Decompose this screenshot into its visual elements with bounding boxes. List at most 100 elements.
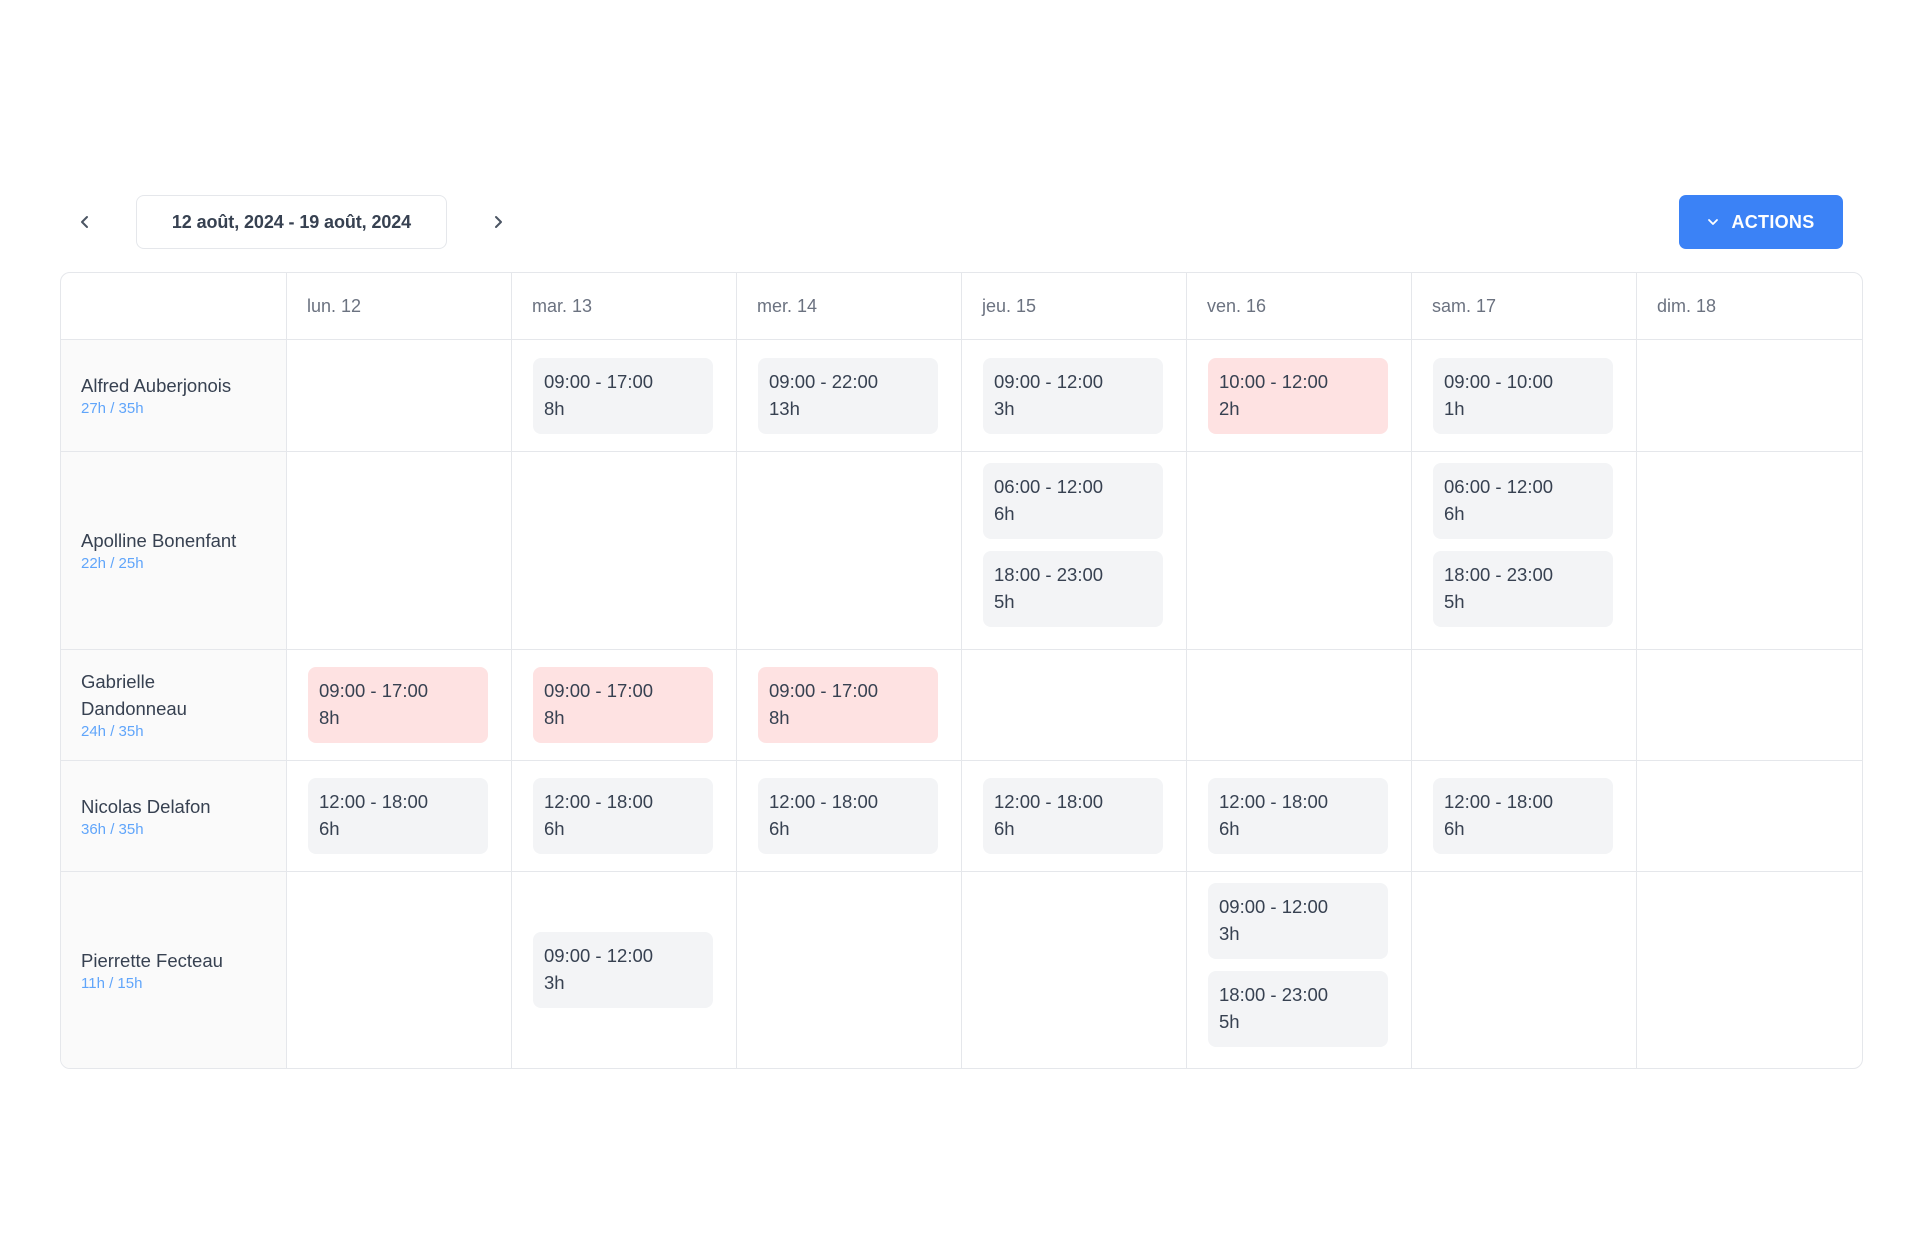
shift-card[interactable]: 18:00 - 23:00 5h — [983, 551, 1163, 627]
day-cell[interactable]: 09:00 - 12:00 3h — [512, 872, 737, 1068]
day-cell[interactable] — [737, 452, 962, 649]
day-cell[interactable] — [512, 452, 737, 649]
shift-card-alert[interactable]: 09:00 - 17:00 8h — [758, 667, 938, 743]
shift-time: 09:00 - 12:00 — [994, 370, 1104, 392]
shift-time: 12:00 - 18:00 — [769, 791, 879, 812]
day-header: mer. 14 — [737, 273, 962, 339]
day-cell[interactable] — [962, 650, 1187, 760]
shift-card[interactable]: 09:00 - 17:00 8h — [533, 357, 713, 434]
day-cell[interactable] — [1637, 340, 1862, 451]
day-header: mar. 13 — [512, 273, 737, 339]
day-cell[interactable] — [287, 340, 512, 451]
day-cell[interactable]: 12:00 - 18:00 6h — [737, 761, 962, 871]
shift-duration: 6h — [1444, 503, 1465, 524]
employee-hours: 27h / 35h — [81, 400, 144, 417]
shift-time: 09:00 - 10:00 — [1444, 370, 1554, 392]
employee-row: Nicolas Delafon 36h / 35h 12:00 - 18:00 6h 1… — [61, 761, 1862, 872]
shift-time: 09:00 - 17:00 — [544, 680, 654, 701]
employee-cell: Nicolas Delafon 36h / 35h — [61, 761, 287, 871]
shift-time: 06:00 - 12:00 — [1444, 476, 1554, 497]
day-cell[interactable] — [1187, 452, 1412, 649]
day-header: jeu. 15 — [962, 273, 1187, 339]
shift-duration: 5h — [1219, 1011, 1240, 1032]
employee-row: Alfred Auberjonois 27h / 35h 09:00 - 17:00… — [61, 340, 1862, 452]
shift-card[interactable]: 09:00 - 12:00 3h — [983, 357, 1163, 434]
schedule-grid: lun. 12 mar. 13 mer. 14 jeu. 15 ven. 16 … — [60, 272, 1863, 1069]
day-cell[interactable] — [737, 872, 962, 1068]
day-cell[interactable] — [1412, 872, 1637, 1068]
shift-card-alert[interactable]: 09:00 - 17:00 8h — [533, 667, 713, 743]
day-cell[interactable] — [1637, 650, 1862, 760]
shift-duration: 3h — [1219, 923, 1240, 944]
shift-duration: 6h — [1219, 818, 1240, 839]
employee-name: Nicolas Delafon — [81, 795, 211, 817]
date-range-picker[interactable]: 12 août, 2024 - 19 août, 2024 — [136, 195, 447, 249]
day-cell[interactable] — [1637, 872, 1862, 1068]
day-cell[interactable]: 06:00 - 12:00 6h 18:00 - 23:00 5h — [1412, 452, 1637, 649]
employee-hours: 22h / 25h — [81, 555, 144, 572]
shift-card[interactable]: 12:00 - 18:00 6h — [983, 778, 1163, 854]
shift-time: 10:00 - 12:00 — [1219, 370, 1329, 392]
employee-hours: 11h / 15h — [81, 974, 143, 992]
shift-card-alert[interactable]: 09:00 - 17:00 8h — [308, 667, 488, 743]
shift-card[interactable]: 12:00 - 18:00 6h — [758, 778, 938, 854]
shift-duration: 5h — [1444, 591, 1465, 612]
day-cell[interactable]: 09:00 - 22:00 13h — [737, 340, 962, 451]
shift-time: 09:00 - 17:00 — [544, 370, 654, 392]
day-cell[interactable]: 12:00 - 18:00 6h — [1187, 761, 1412, 871]
day-cell[interactable]: 09:00 - 17:00 8h — [512, 340, 737, 451]
shift-duration: 1h — [1444, 397, 1465, 419]
day-cell[interactable] — [287, 872, 512, 1068]
shift-time: 09:00 - 12:00 — [544, 945, 654, 966]
shift-card[interactable]: 06:00 - 12:00 6h — [1433, 463, 1613, 539]
day-header: sam. 17 — [1412, 273, 1637, 339]
shift-card[interactable]: 18:00 - 23:00 5h — [1208, 971, 1388, 1047]
day-cell[interactable] — [1187, 650, 1412, 760]
employee-cell: Apolline Bonenfant 22h / 25h — [61, 452, 287, 649]
employee-name: Apolline Bonenfant — [81, 530, 237, 551]
day-cell[interactable]: 12:00 - 18:00 6h — [287, 761, 512, 871]
day-cell[interactable]: 09:00 - 12:00 3h 18:00 - 23:00 5h — [1187, 872, 1412, 1068]
day-cell[interactable]: 09:00 - 10:00 1h — [1412, 340, 1637, 451]
shift-card[interactable]: 12:00 - 18:00 6h — [533, 778, 713, 854]
shift-card[interactable]: 09:00 - 22:00 13h — [758, 357, 938, 434]
shift-time: 12:00 - 18:00 — [994, 791, 1104, 812]
shift-card[interactable]: 09:00 - 12:00 3h — [533, 932, 713, 1008]
day-cell[interactable]: 12:00 - 18:00 6h — [1412, 761, 1637, 871]
shift-duration: 6h — [769, 818, 790, 839]
shift-time: 06:00 - 12:00 — [994, 476, 1104, 497]
day-cell[interactable] — [1412, 650, 1637, 760]
day-cell[interactable]: 09:00 - 17:00 8h — [287, 650, 512, 760]
shift-card[interactable]: 09:00 - 12:00 3h — [1208, 883, 1388, 959]
day-header: dim. 18 — [1657, 295, 1717, 316]
day-header: ven. 16 — [1187, 273, 1412, 339]
day-cell[interactable]: 06:00 - 12:00 6h 18:00 - 23:00 5h — [962, 452, 1187, 649]
day-cell[interactable]: 10:00 - 12:00 2h — [1187, 340, 1412, 451]
day-cell[interactable]: 12:00 - 18:00 6h — [962, 761, 1187, 871]
shift-card[interactable]: 09:00 - 10:00 1h — [1433, 357, 1613, 434]
day-cell[interactable] — [1637, 452, 1862, 649]
chevron-left-icon — [81, 216, 88, 228]
shift-duration: 3h — [994, 397, 1015, 419]
day-cell[interactable]: 09:00 - 17:00 8h — [737, 650, 962, 760]
shift-card[interactable]: 06:00 - 12:00 6h — [983, 463, 1163, 539]
next-week-button[interactable] — [478, 195, 518, 249]
day-cell[interactable]: 12:00 - 18:00 6h — [512, 761, 737, 871]
actions-button[interactable]: ACTIONS — [1679, 195, 1843, 249]
shift-card[interactable]: 12:00 - 18:00 6h — [1433, 778, 1613, 854]
employee-hours: 24h / 35h — [81, 723, 144, 740]
day-cell[interactable] — [1637, 761, 1862, 871]
shift-time: 12:00 - 18:00 — [319, 791, 429, 812]
shift-card[interactable]: 12:00 - 18:00 6h — [1208, 778, 1388, 854]
previous-week-button[interactable] — [65, 195, 105, 249]
day-cell[interactable] — [962, 872, 1187, 1068]
day-cell[interactable] — [287, 452, 512, 649]
shift-card-alert[interactable]: 10:00 - 12:00 2h — [1208, 357, 1388, 434]
shift-card[interactable]: 18:00 - 23:00 5h — [1433, 551, 1613, 627]
shift-duration: 6h — [544, 818, 565, 839]
shift-duration: 13h — [769, 397, 800, 419]
day-cell[interactable]: 09:00 - 12:00 3h — [962, 340, 1187, 451]
shift-card[interactable]: 12:00 - 18:00 6h — [308, 778, 488, 854]
shift-duration: 8h — [319, 707, 340, 728]
day-cell[interactable]: 09:00 - 17:00 8h — [512, 650, 737, 760]
